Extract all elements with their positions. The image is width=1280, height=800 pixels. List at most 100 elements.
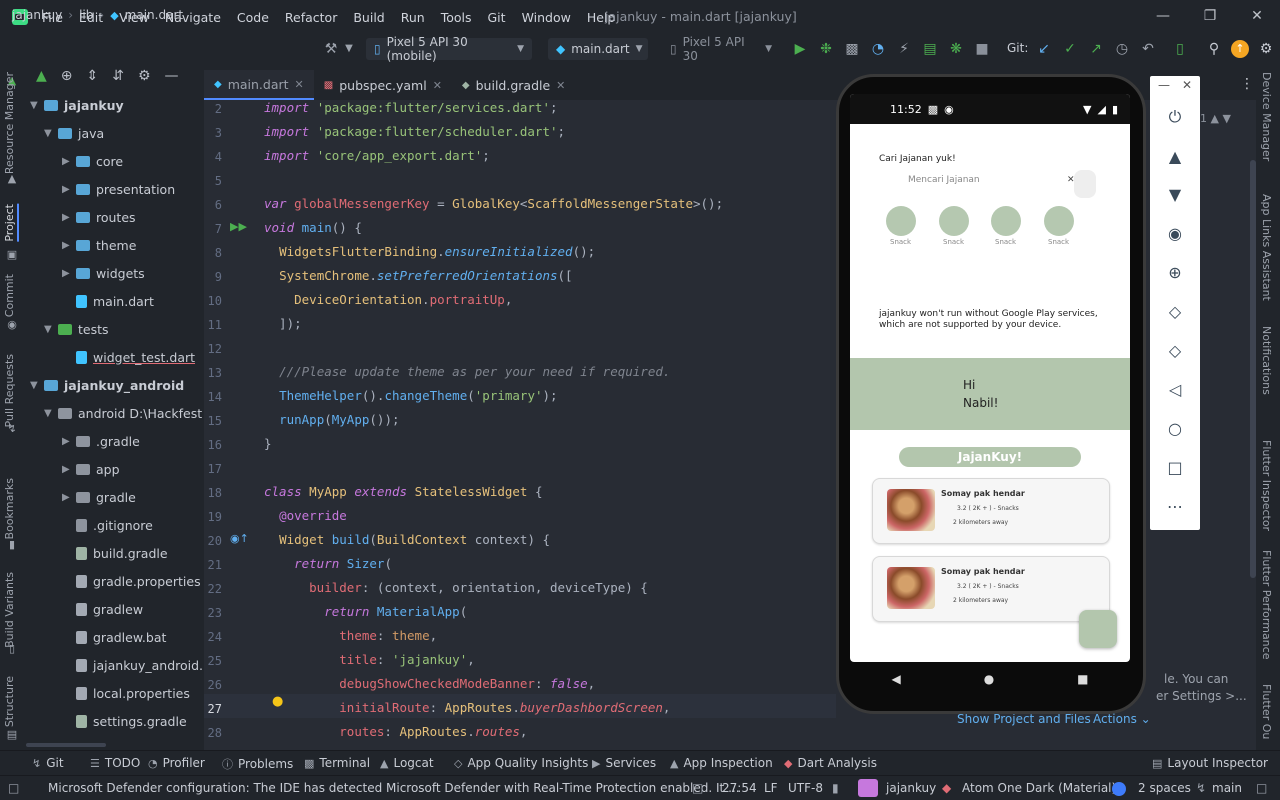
search-icon[interactable]: ⚲ xyxy=(1205,40,1223,58)
tree-item[interactable]: ▼ java xyxy=(44,119,104,147)
tool-profiler[interactable]: ◔ Profiler xyxy=(148,756,205,770)
tree-item[interactable]: settings.gradle xyxy=(76,707,187,735)
minimize-emulator-icon[interactable]: — xyxy=(1158,78,1170,92)
back-icon[interactable]: ◀ xyxy=(891,672,900,686)
tool-structure[interactable]: Structure xyxy=(3,676,16,727)
tool-logcat[interactable]: ▲ Logcat xyxy=(380,756,434,770)
tab-build-gradle[interactable]: ◆ build.gradle ✕ xyxy=(452,70,575,100)
run-gutter-icon[interactable]: ▶▶ xyxy=(230,220,247,233)
recents-icon[interactable]: ■ xyxy=(1077,672,1088,686)
breadcrumb-project[interactable]: jajankuy xyxy=(12,8,62,22)
menu-git[interactable]: Git xyxy=(480,10,514,25)
hint-link[interactable]: er Settings >... xyxy=(1156,689,1247,703)
tree-item[interactable]: ▼ tests xyxy=(44,315,109,343)
tree-item[interactable]: ▼ android D:\Hackfest 20 xyxy=(44,399,222,427)
profile-icon[interactable]: ◔ xyxy=(869,40,887,58)
snack-category[interactable] xyxy=(939,206,969,236)
show-project-link[interactable]: Show Project and Files xyxy=(957,712,1091,726)
merchant-card[interactable]: Somay pak hendar 3.2 ( 2K + ) - Snacks 2… xyxy=(872,478,1110,544)
more-icon[interactable]: ⋯ xyxy=(1164,496,1186,518)
hide-panel-icon[interactable]: — xyxy=(165,68,179,84)
minimize-button[interactable]: — xyxy=(1153,6,1173,26)
merchant-card[interactable]: Somay pak hendar 3.2 ( 2K + ) - Snacks 2… xyxy=(872,556,1110,622)
tool-flutter-outline[interactable]: Flutter Ou xyxy=(1260,684,1273,739)
tree-item[interactable]: ▶ gradle xyxy=(62,483,136,511)
tree-item[interactable]: gradlew xyxy=(76,595,143,623)
tool-app-inspection[interactable]: ▲ App Inspection xyxy=(670,756,773,770)
menu-code[interactable]: Code xyxy=(229,10,277,25)
breadcrumb-lib[interactable]: lib xyxy=(79,8,93,22)
history-icon[interactable]: ◷ xyxy=(1113,40,1131,58)
tree-item[interactable]: jajankuy_android.im xyxy=(76,651,219,679)
tree-item[interactable]: ▶ routes xyxy=(62,203,136,231)
tool-project[interactable]: Project xyxy=(3,204,19,242)
tree-item[interactable]: gradlew.bat xyxy=(76,623,166,651)
tool-dart-analysis[interactable]: ◆ Dart Analysis xyxy=(784,756,877,770)
settings-gear-icon[interactable]: ⚙ xyxy=(1257,40,1275,58)
fab-button[interactable] xyxy=(1079,610,1117,648)
back-icon[interactable]: ◁ xyxy=(1164,379,1186,401)
theme-name[interactable]: Atom One Dark (Material) xyxy=(962,781,1116,795)
tree-item[interactable]: build.gradle xyxy=(76,539,168,567)
locate-icon[interactable]: ⊕ xyxy=(61,68,73,84)
tool-services[interactable]: ▶ Services xyxy=(592,756,656,770)
caret-position[interactable]: 27:54 xyxy=(722,781,757,795)
tab-main-dart[interactable]: ◆ main.dart ✕ xyxy=(204,70,314,100)
status-square-icon[interactable]: □ xyxy=(8,781,19,795)
tree-item[interactable]: .gitignore xyxy=(76,511,153,539)
inspection-count[interactable]: 1 ▲ ▼ xyxy=(1200,112,1231,125)
power-icon[interactable]: ⏻ xyxy=(1164,106,1186,128)
zoom-icon[interactable]: ⊕ xyxy=(1164,262,1186,284)
tool-flutter-performance[interactable]: Flutter Performance xyxy=(1260,550,1273,659)
home-icon[interactable]: ● xyxy=(984,672,994,686)
more-vertical-icon[interactable]: ⋮ xyxy=(1240,76,1254,92)
tree-item[interactable]: widget_test.dart xyxy=(76,343,195,371)
close-tab-icon[interactable]: ✕ xyxy=(433,79,442,92)
status-message[interactable]: Microsoft Defender configuration: The ID… xyxy=(48,781,740,795)
avd-selector[interactable]: ▯ Pixel 5 API 30 ▼ xyxy=(662,35,780,63)
tree-item[interactable]: ▶ presentation xyxy=(62,175,175,203)
tree-item[interactable]: ▼ jajankuy_android xyxy=(30,371,184,399)
lock-icon[interactable]: ▮ xyxy=(832,781,839,795)
tree-item[interactable]: ▶ widgets xyxy=(62,259,145,287)
menu-run[interactable]: Run xyxy=(393,10,433,25)
tool-pull-requests[interactable]: Pull Requests xyxy=(3,354,16,427)
git-commit-icon[interactable]: ✓ xyxy=(1061,40,1079,58)
snack-category[interactable] xyxy=(991,206,1021,236)
close-tab-icon[interactable]: ✕ xyxy=(295,78,304,91)
tool-resource-manager[interactable]: Resource Manager xyxy=(3,72,16,174)
chevron-down-icon[interactable]: ▼ xyxy=(340,40,358,58)
home-icon[interactable]: ○ xyxy=(1164,418,1186,440)
tool-flutter-inspector[interactable]: Flutter Inspector xyxy=(1260,440,1273,531)
tool-notifications[interactable]: Notifications xyxy=(1260,326,1273,395)
rollback-icon[interactable]: ↶ xyxy=(1139,40,1157,58)
breadcrumb-file[interactable]: main.dart xyxy=(125,8,183,22)
tool-app-quality-insights[interactable]: ◇ App Quality Insights xyxy=(454,756,588,770)
close-tab-icon[interactable]: ✕ xyxy=(556,79,565,92)
camera-icon[interactable]: ◉ xyxy=(1164,223,1186,245)
coverage-icon[interactable]: ▩ xyxy=(843,40,861,58)
stop-icon[interactable]: ■ xyxy=(973,40,991,58)
rotate-right-icon[interactable]: ◇ xyxy=(1164,340,1186,362)
tool-device-manager[interactable]: Device Manager xyxy=(1260,72,1273,161)
tool-app-links-assistant[interactable]: App Links Assistant xyxy=(1260,194,1273,301)
device-selector[interactable]: ▯ Pixel 5 API 30 (mobile) ▼ xyxy=(366,35,532,63)
tree-item[interactable]: local.properties xyxy=(76,679,190,707)
hot-reload-icon[interactable]: ⚡ xyxy=(895,40,913,58)
volume-down-icon[interactable]: ▼ xyxy=(1164,184,1186,206)
run-icon[interactable]: ▶ xyxy=(791,40,809,58)
memory-icon[interactable]: □ xyxy=(1256,781,1267,795)
project-name[interactable]: jajankuy xyxy=(886,781,936,795)
collapse-all-icon[interactable]: ⇵ xyxy=(112,68,124,84)
update-icon[interactable]: ↑ xyxy=(1231,40,1249,58)
tree-item[interactable]: ▶ .gradle xyxy=(62,427,140,455)
tree-item[interactable]: ▼ jajankuy xyxy=(30,91,124,119)
tool-layout-inspector[interactable]: ▤ Layout Inspector xyxy=(1152,756,1268,770)
attach-debugger-icon[interactable]: ❋ xyxy=(947,40,965,58)
overview-icon[interactable]: □ xyxy=(1164,457,1186,479)
close-emulator-icon[interactable]: ✕ xyxy=(1182,78,1192,92)
tree-item[interactable]: ▶ theme xyxy=(62,231,136,259)
volume-up-icon[interactable]: ▲ xyxy=(1164,146,1186,168)
tool-todo[interactable]: ☰ TODO xyxy=(90,756,140,770)
apply-changes-icon[interactable]: ▤ xyxy=(921,40,939,58)
